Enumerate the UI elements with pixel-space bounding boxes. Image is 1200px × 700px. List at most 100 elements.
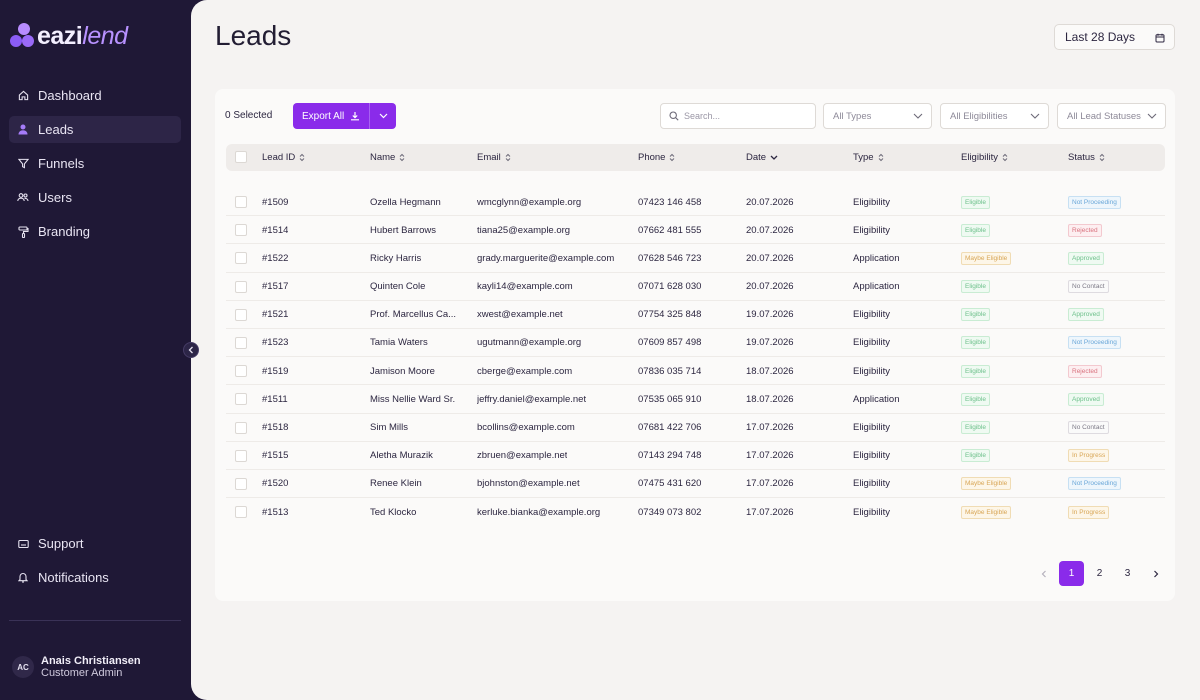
table-row[interactable]: #1513 Ted Klocko kerluke.bianka@example.or… (226, 498, 1165, 526)
eligibility-badge: Eligible (961, 308, 990, 322)
user-profile[interactable]: AC Anais Christiansen Customer Admin (12, 655, 141, 679)
search-input[interactable] (684, 111, 804, 121)
table-row[interactable]: #1511 Miss Nellie Ward Sr. jeffry.daniel@e… (226, 385, 1165, 414)
table-row[interactable]: #1517 Quinten Cole kayli14@example.com 0707… (226, 273, 1165, 301)
row-checkbox[interactable] (235, 252, 247, 265)
brand-logo[interactable]: eazilend (10, 20, 128, 52)
sort-icon (399, 153, 405, 162)
table-row[interactable]: #1522 Ricky Harris grady.marguerite@exampl… (226, 244, 1165, 273)
row-checkbox[interactable] (235, 365, 247, 378)
status-badge: Not Proceeding (1068, 195, 1121, 209)
sidebar-item-support[interactable]: Support (9, 530, 181, 557)
select-all-checkbox[interactable] (235, 151, 247, 163)
eligibility-badge: Eligible (961, 364, 990, 378)
page-title: Leads (215, 20, 292, 51)
eligibility-cell: Eligible (961, 273, 990, 301)
email-cell: tiana25@example.org (477, 224, 571, 236)
phone-cell: 07535 065 910 (638, 393, 702, 405)
row-checkbox[interactable] (235, 280, 247, 293)
column-header-email[interactable]: Email (477, 144, 511, 171)
eligibility-badge: Eligible (961, 336, 990, 350)
sidebar-item-funnels[interactable]: Funnels (9, 150, 181, 177)
page-button-3[interactable]: 3 (1115, 561, 1140, 586)
sidebar-item-dashboard[interactable]: Dashboard (9, 82, 181, 109)
date-cell: 20.07.2026 (746, 252, 794, 264)
page-button-2[interactable]: 2 (1087, 561, 1112, 586)
column-header-status[interactable]: Status (1068, 144, 1105, 171)
type-filter-select[interactable]: All Types (823, 103, 932, 129)
column-header-lead-id[interactable]: Lead ID (262, 144, 305, 171)
row-checkbox[interactable] (235, 449, 247, 462)
name-cell: Aletha Murazik (370, 450, 433, 462)
table-row[interactable]: #1515 Aletha Murazik zbruen@example.net 071… (226, 442, 1165, 470)
row-checkbox[interactable] (235, 224, 247, 237)
status-cell: No Contact (1068, 414, 1109, 442)
chevron-down-icon (913, 113, 923, 119)
email-cell: kerluke.bianka@example.org (477, 506, 601, 518)
column-label: Status (1068, 152, 1095, 163)
column-header-name[interactable]: Name (370, 144, 405, 171)
table-row[interactable]: #1523 Tamia Waters ugutmann@example.org 076… (226, 329, 1165, 358)
sidebar-collapse-button[interactable] (183, 342, 199, 358)
row-checkbox[interactable] (235, 421, 247, 434)
row-checkbox[interactable] (235, 308, 247, 321)
column-header-type[interactable]: Type (853, 144, 884, 171)
brand-name: eazilend (37, 22, 128, 51)
phone-cell: 07423 146 458 (638, 196, 702, 208)
sidebar-item-label: Branding (38, 224, 91, 239)
table-row[interactable]: #1519 Jamison Moore cberge@example.com 0783… (226, 357, 1165, 386)
type-cell: Eligibility (853, 478, 890, 490)
phone-cell: 07628 546 723 (638, 252, 702, 264)
status-filter-select[interactable]: All Lead Statuses (1057, 103, 1166, 129)
column-header-date[interactable]: Date (746, 144, 778, 171)
eligibility-cell: Eligible (961, 216, 990, 244)
status-badge: No Contact (1068, 421, 1109, 434)
date-cell: 17.07.2026 (746, 506, 794, 518)
export-all-button[interactable]: Export All (293, 103, 370, 129)
type-cell: Eligibility (853, 506, 890, 518)
next-page-button[interactable] (1143, 561, 1168, 586)
sort-icon (299, 153, 305, 162)
lead-id-cell: #1519 (262, 365, 289, 377)
sidebar-item-branding[interactable]: Branding (9, 218, 181, 245)
export-label: Export All (302, 110, 345, 122)
column-label: Eligibility (961, 152, 998, 163)
search-box[interactable] (660, 103, 816, 129)
lead-id-cell: #1513 (262, 506, 289, 518)
row-checkbox[interactable] (235, 336, 247, 349)
export-button[interactable]: Export All (293, 103, 396, 129)
sidebar-bottom-nav: Support Notifications (9, 530, 181, 598)
row-checkbox[interactable] (235, 506, 247, 519)
table-row[interactable]: #1520 Renee Klein bjohnston@example.net 074… (226, 470, 1165, 499)
sidebar-item-users[interactable]: Users (9, 184, 181, 211)
eligibility-filter-select[interactable]: All Eligibilities (940, 103, 1049, 129)
table-row[interactable]: #1509 Ozella Hegmann wmcglynn@example.org 0… (226, 188, 1165, 217)
table-row[interactable]: #1521 Prof. Marcellus Ca... xwest@example.… (226, 301, 1165, 329)
sidebar-item-notifications[interactable]: Notifications (9, 564, 181, 591)
export-options-dropdown[interactable] (370, 113, 396, 119)
row-checkbox[interactable] (235, 477, 247, 490)
sidebar-item-leads[interactable]: Leads (9, 116, 181, 143)
column-label: Type (853, 152, 874, 163)
previous-page-button[interactable] (1031, 561, 1056, 586)
page-button-1[interactable]: 1 (1059, 561, 1084, 586)
email-cell: zbruen@example.net (477, 450, 568, 462)
status-badge: In Progress (1068, 449, 1110, 463)
brand-name-part2: lend (82, 21, 128, 50)
column-header-phone[interactable]: Phone (638, 144, 675, 171)
row-checkbox[interactable] (235, 393, 247, 406)
table-row[interactable]: #1518 Sim Mills bcollins@example.com 07681 … (226, 414, 1165, 442)
date-range-picker[interactable]: Last 28 Days (1054, 24, 1175, 50)
funnel-icon (17, 158, 29, 170)
phone-cell: 07754 325 848 (638, 309, 702, 321)
column-header-eligibility[interactable]: Eligibility (961, 144, 1008, 171)
sidebar-item-label: Dashboard (38, 88, 102, 103)
phone-cell: 07071 628 030 (638, 281, 702, 293)
date-cell: 20.07.2026 (746, 196, 794, 208)
type-cell: Eligibility (853, 309, 890, 321)
row-checkbox[interactable] (235, 196, 247, 208)
table-row[interactable]: #1514 Hubert Barrows tiana25@example.org 07… (226, 216, 1165, 245)
phone-cell: 07349 073 802 (638, 506, 702, 518)
sidebar-nav: Dashboard Leads Funnels Users Branding (9, 82, 181, 252)
eligibility-cell: Eligible (961, 188, 990, 216)
